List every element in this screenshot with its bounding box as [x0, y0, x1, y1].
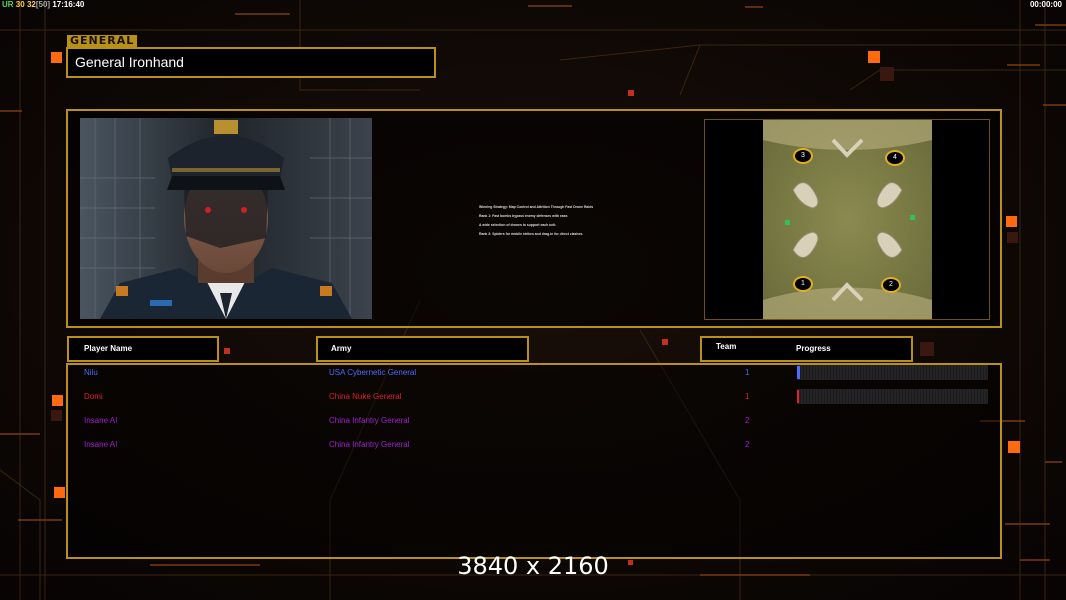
player-army: China Infantry General: [329, 440, 410, 449]
start-position-marker[interactable]: 3: [793, 148, 813, 164]
strategy-line: A wide selection of drones to support ea…: [479, 223, 557, 227]
player-team: 2: [745, 416, 750, 425]
start-position-marker[interactable]: 4: [885, 150, 905, 166]
map-preview[interactable]: [763, 120, 932, 319]
start-position-marker[interactable]: 1: [793, 276, 813, 292]
progress-bar: [797, 389, 988, 404]
strategy-text: Winning Strategy: Map Control and Attrit…: [479, 203, 659, 239]
hud-stats: UR 30 32[50] 17:16:40: [2, 0, 84, 9]
player-name: Nilu: [84, 368, 98, 377]
player-name: Insane AI: [84, 440, 118, 449]
progress-bar: [797, 365, 988, 380]
hud-value-a: 30: [15, 0, 25, 9]
hud-bracket: [50]: [35, 0, 51, 9]
player-name: Domi: [84, 392, 103, 401]
player-team: 1: [745, 368, 750, 377]
header-progress-label: Progress: [796, 344, 831, 353]
progress-fill: [797, 366, 800, 379]
hud-timer: 00:00:00: [1029, 0, 1062, 9]
player-army: USA Cybernetic General: [329, 368, 417, 377]
general-tag: GENERAL: [67, 35, 137, 47]
strategy-title: Winning Strategy: Map Control and Attrit…: [479, 205, 594, 209]
player-army: China Nuke General: [329, 392, 402, 401]
player-team: 1: [745, 392, 750, 401]
player-name: Insane AI: [84, 416, 118, 425]
header-army-label: Army: [331, 344, 352, 353]
player-army: China Infantry General: [329, 416, 410, 425]
header-player-name: Player Name: [67, 336, 219, 362]
header-player-name-label: Player Name: [84, 344, 133, 353]
resolution-label: 3840 x 2160: [457, 552, 609, 580]
hud-label: UR: [2, 0, 14, 9]
player-team: 2: [745, 440, 750, 449]
strategy-line: Rank 1: Fast bombs bypass enemy defenses…: [479, 214, 569, 218]
header-army: Army: [316, 336, 529, 362]
hud-clock: 17:16:40: [52, 0, 85, 9]
header-team-progress: Team Progress: [700, 336, 913, 362]
progress-fill: [797, 390, 799, 403]
general-portrait: [80, 118, 372, 319]
start-position-marker[interactable]: 2: [881, 277, 901, 293]
strategy-line: Rank 3: Spiders for mobile strikes and d…: [479, 232, 584, 236]
hud-value-b: 32: [26, 0, 36, 9]
header-team-label: Team: [716, 342, 737, 351]
general-name: General Ironhand: [66, 47, 436, 78]
